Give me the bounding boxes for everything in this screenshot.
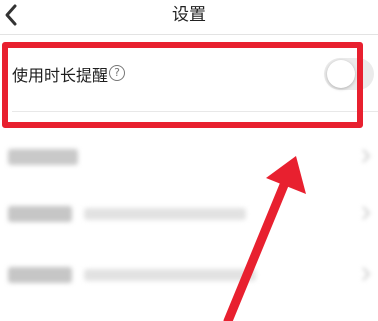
chevron-right-icon bbox=[362, 267, 370, 281]
blurred-label bbox=[8, 206, 72, 222]
blurred-setting-row bbox=[0, 253, 378, 297]
chevron-right-icon bbox=[362, 149, 370, 163]
header-divider bbox=[0, 34, 378, 35]
blurred-setting-row bbox=[0, 192, 378, 236]
blurred-description bbox=[84, 269, 256, 281]
blurred-label bbox=[8, 149, 78, 165]
blurred-description bbox=[84, 208, 246, 220]
navigation-bar: 设置 bbox=[0, 0, 378, 34]
blurred-label bbox=[8, 267, 72, 283]
page-title: 设置 bbox=[172, 5, 206, 25]
annotation-highlight-box bbox=[2, 42, 363, 128]
chevron-right-icon bbox=[362, 206, 370, 220]
blurred-setting-row bbox=[0, 135, 378, 179]
